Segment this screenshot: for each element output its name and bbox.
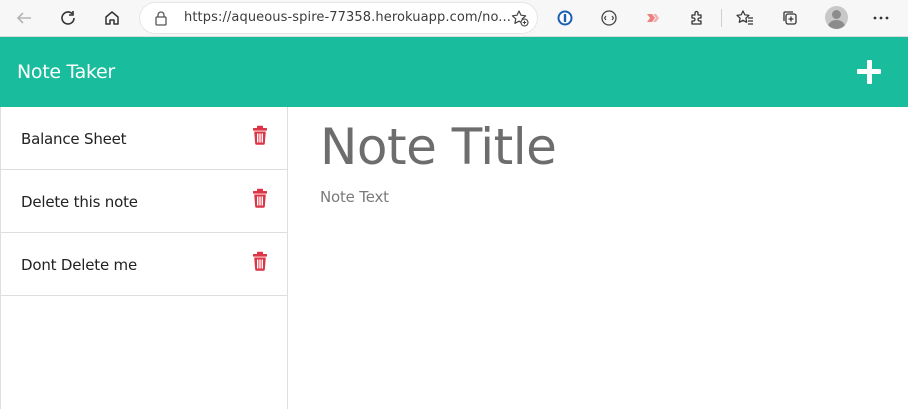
note-title[interactable]: Balance Sheet xyxy=(21,130,127,148)
toolbar-divider xyxy=(721,9,722,27)
collections-icon[interactable] xyxy=(776,5,804,31)
note-title[interactable]: Dont Delete me xyxy=(21,256,137,274)
url-text[interactable]: https://aqueous-spire-77358.herokuapp.co… xyxy=(184,10,511,25)
list-item[interactable]: Delete this note xyxy=(1,170,288,233)
favorites-icon[interactable] xyxy=(731,5,759,31)
brand-title[interactable]: Note Taker xyxy=(17,61,115,83)
address-bar[interactable]: https://aqueous-spire-77358.herokuapp.co… xyxy=(140,3,537,33)
note-title[interactable]: Delete this note xyxy=(21,193,138,211)
refresh-icon[interactable] xyxy=(54,5,82,31)
trash-icon[interactable] xyxy=(251,188,269,213)
browser-toolbar: https://aqueous-spire-77358.herokuapp.co… xyxy=(0,0,908,37)
list-item[interactable]: Balance Sheet xyxy=(1,107,288,170)
trash-icon[interactable] xyxy=(251,251,269,276)
notes-list: Balance Sheet Delete this note Dont Dele… xyxy=(0,107,288,409)
note-editor: Note Title Note Text xyxy=(289,107,908,409)
back-icon[interactable] xyxy=(10,5,38,31)
note-title-input[interactable]: Note Title xyxy=(320,118,557,176)
list-item[interactable]: Dont Delete me xyxy=(1,233,288,296)
profile-icon[interactable] xyxy=(825,6,848,29)
app-navbar: Note Taker xyxy=(0,37,908,107)
more-icon[interactable] xyxy=(867,5,895,31)
extensions-icon[interactable] xyxy=(683,5,711,31)
trash-icon[interactable] xyxy=(251,125,269,150)
add-favorite-icon[interactable] xyxy=(511,9,529,32)
reader-icon[interactable] xyxy=(595,5,623,31)
note-text-input[interactable]: Note Text xyxy=(320,188,389,206)
extension-red-icon[interactable] xyxy=(639,5,667,31)
add-note-icon[interactable] xyxy=(855,58,883,86)
home-icon[interactable] xyxy=(98,5,126,31)
lock-icon[interactable] xyxy=(154,10,168,31)
password-manager-icon[interactable] xyxy=(551,5,579,31)
